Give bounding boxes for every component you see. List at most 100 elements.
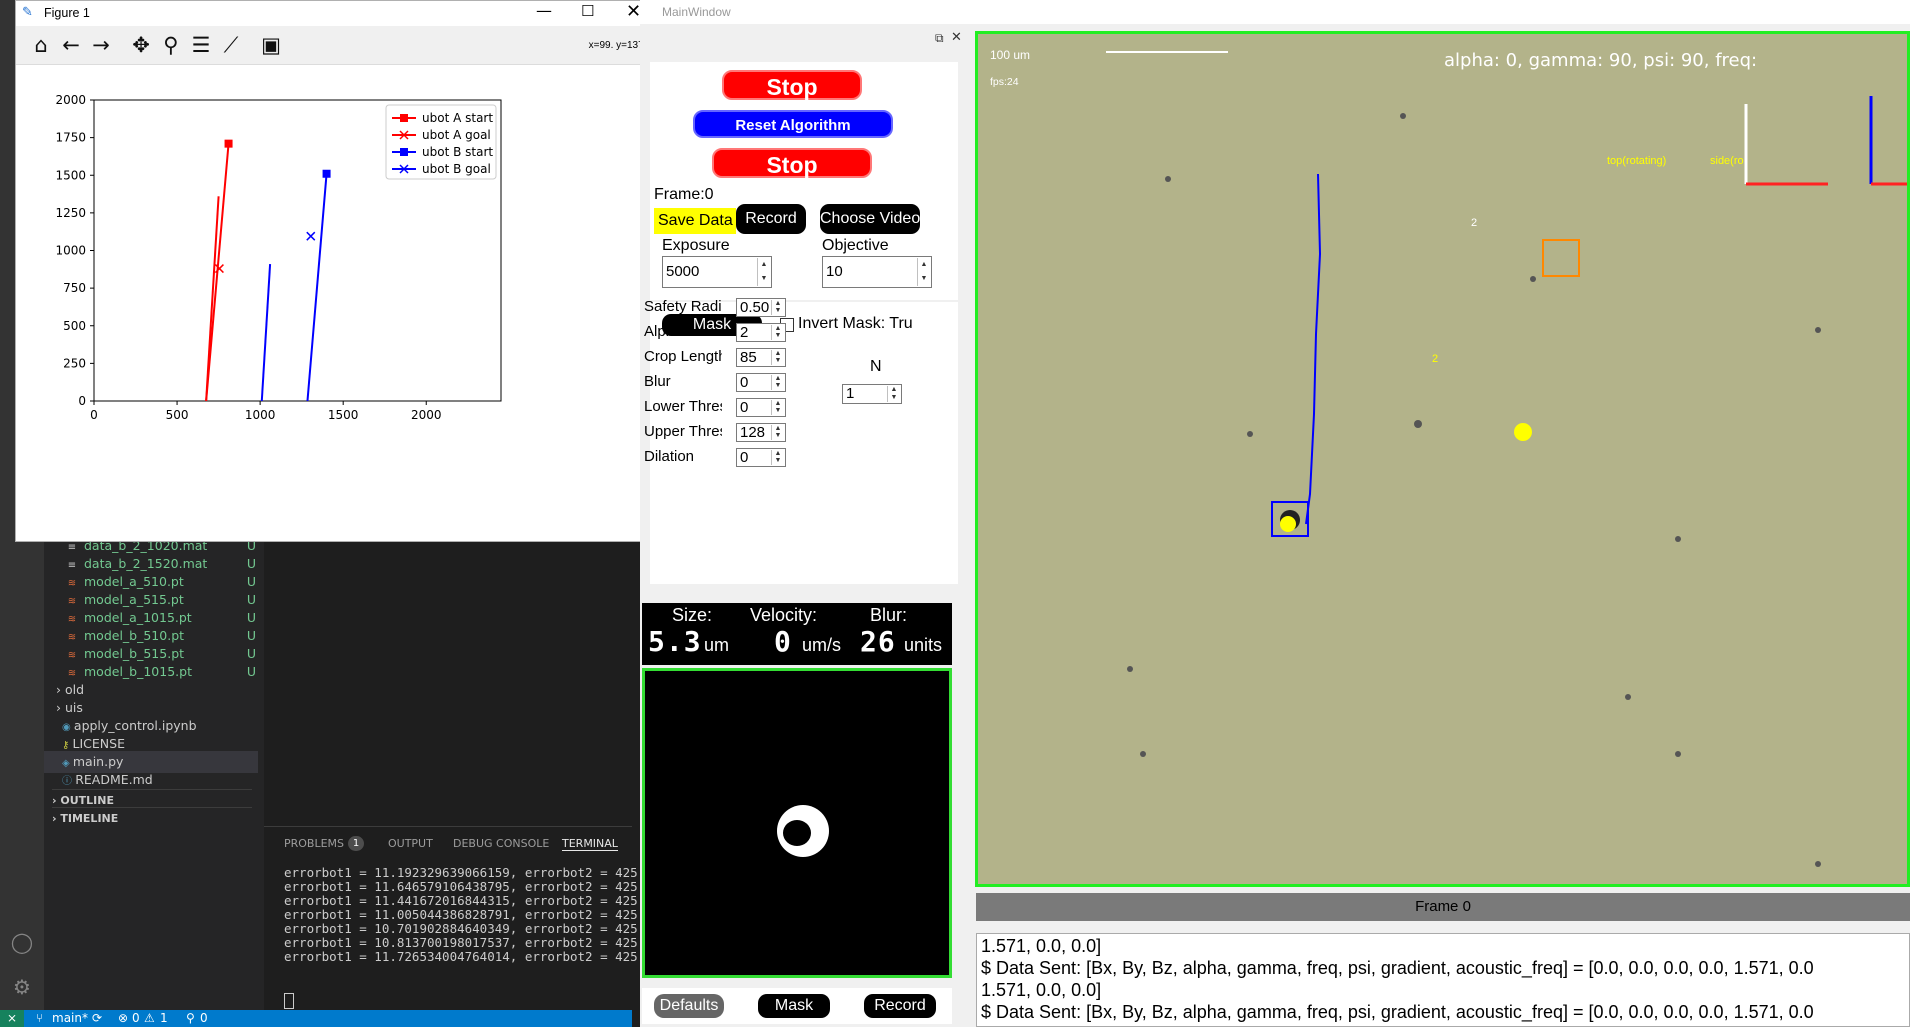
defaults-button[interactable]: Defaults: [654, 994, 724, 1018]
record-button-bottom[interactable]: Record: [864, 994, 936, 1018]
y-tick-label: 2000: [55, 93, 86, 107]
stop-button-top[interactable]: Stop: [722, 70, 862, 100]
save-icon[interactable]: ▣: [258, 32, 284, 58]
terminal-cursor: [284, 993, 294, 1009]
y-tick-label: 1250: [55, 206, 86, 220]
legend-marker: [400, 148, 408, 156]
settings-gear-icon[interactable]: ⚙: [10, 975, 34, 999]
terminal-line: errorbot1 = 10.701902884640349, errorbot…: [284, 921, 661, 936]
forward-icon[interactable]: →: [88, 32, 114, 58]
close-icon[interactable]: ✕: [626, 1, 641, 22]
error-count[interactable]: 0: [132, 1010, 140, 1027]
folder-name: old: [64, 682, 85, 697]
readout-bar: Size: 5.3 um Velocity: 0 um/s Blur: 26 u…: [642, 603, 952, 665]
exposure-spinbox[interactable]: 5000 ▲ ▼: [662, 256, 772, 288]
zoom-icon[interactable]: ⚲: [158, 32, 184, 58]
blur-label: Blur:: [870, 605, 908, 625]
save-data-button[interactable]: Save Data: [654, 208, 736, 234]
account-icon[interactable]: ◯: [10, 930, 34, 954]
file-name: model_a_515.pt: [84, 592, 184, 607]
fps-label: fps:24: [990, 76, 1019, 88]
param-spinbox[interactable]: 2 ▲ ▼: [736, 323, 786, 342]
console-output: 1.571, 0.0, 0.0] $ Data Sent: [Bx, By, Bz…: [976, 933, 1910, 1027]
top-view-axes-label: top(rotating): [1607, 155, 1667, 167]
legend-label: ubot B start: [422, 145, 493, 159]
objective-spinbox[interactable]: 10 ▲ ▼: [822, 256, 932, 288]
figure-title: Figure 1: [44, 6, 90, 20]
remote-icon[interactable]: ⨯: [0, 1010, 24, 1027]
terminal-line: errorbot1 = 11.192329639066159, errorbot…: [284, 865, 661, 880]
n-spinbox[interactable]: 1 ▲ ▼: [842, 384, 902, 404]
series-line: [306, 173, 328, 402]
ports-icon: ⚲: [186, 1011, 195, 1025]
stop-button-bottom[interactable]: Stop: [712, 148, 872, 178]
goal-marker: [306, 231, 316, 241]
file-name: model_a_510.pt: [84, 574, 184, 589]
robot-id-label-orange: 2: [1471, 217, 1478, 229]
param-label: Upper Threshold: [644, 423, 722, 440]
configure-icon[interactable]: ☰: [188, 32, 214, 58]
param-spinbox[interactable]: 85 ▲ ▼: [736, 348, 786, 367]
param-spinbox[interactable]: 0 ▲ ▼: [736, 398, 786, 417]
dock-close-icon[interactable]: ✕: [951, 30, 962, 45]
section-header-timeline[interactable]: › TIMELINE: [52, 807, 252, 830]
series-line: [205, 196, 220, 402]
record-button-top[interactable]: Record: [736, 204, 806, 234]
pan-icon[interactable]: ✥: [128, 32, 154, 58]
console-line: 1.571, 0.0, 0.0]: [981, 936, 1102, 956]
camera-view[interactable]: 100 um fps:24 alpha: 0, gamma: 90, psi: …: [975, 31, 1910, 887]
tab-problems[interactable]: PROBLEMS: [284, 837, 344, 850]
ports-count[interactable]: 0: [200, 1010, 208, 1027]
dock-float-icon[interactable]: ⧉: [935, 31, 944, 46]
status-bar: ⨯ ⑂ main* ⟳ ⊗ 0 ⚠ 1 ⚲ 0: [0, 1010, 632, 1027]
velocity-label: Velocity:: [750, 605, 818, 625]
mask-button-bottom[interactable]: Mask: [758, 994, 830, 1018]
legend-marker: [400, 114, 408, 122]
branch-name[interactable]: main*: [52, 1010, 88, 1027]
reset-algorithm-button[interactable]: Reset Algorithm: [693, 110, 893, 138]
series-marker: [224, 139, 233, 148]
x-tick-label: 2000: [411, 408, 442, 422]
home-icon[interactable]: ⌂: [28, 32, 54, 58]
frame-slider-bar[interactable]: Frame 0: [976, 893, 1910, 921]
branch-icon[interactable]: ⑂: [36, 1010, 43, 1027]
invert-mask-label: Invert Mask: True: [798, 315, 913, 332]
legend-label: ubot A goal: [422, 128, 491, 142]
size-label: Size:: [672, 605, 713, 625]
edit-axis-icon[interactable]: ⟋: [218, 32, 244, 58]
param-spinbox[interactable]: 0 ▲ ▼: [736, 448, 786, 467]
param-spinbox[interactable]: 128 ▲ ▼: [736, 423, 786, 442]
tab-debug-console[interactable]: DEBUG CONSOLE: [453, 837, 549, 850]
param-label: Dilation: [644, 448, 695, 465]
param-spinbox[interactable]: 0.50 ▲ ▼: [736, 298, 786, 317]
file-item[interactable]: ≋ model_b_1015.pt U: [66, 661, 262, 683]
tab-output[interactable]: OUTPUT: [388, 837, 433, 850]
tab-terminal[interactable]: TERMINAL: [562, 837, 618, 851]
back-icon[interactable]: ←: [58, 32, 84, 58]
legend-label: ubot A start: [422, 111, 493, 125]
license-icon: ⚷: [62, 740, 73, 751]
notebook-icon: ◉: [62, 722, 74, 733]
y-tick-label: 750: [63, 281, 86, 295]
maximize-icon[interactable]: ☐: [581, 2, 594, 20]
warning-count[interactable]: 1: [160, 1010, 168, 1027]
param-spinbox[interactable]: 0 ▲ ▼: [736, 373, 786, 392]
sync-icon[interactable]: ⟳: [92, 1010, 102, 1027]
terminal-line: errorbot1 = 10.813700198017537, errorbot…: [284, 935, 661, 950]
section-title: TIMELINE: [60, 812, 119, 825]
file-item[interactable]: ⓘ README.md: [62, 769, 153, 791]
plot-canvas[interactable]: 0 500 1000 1500 2000 0 250 500 750 1000 1250 1500 17…: [16, 64, 656, 541]
console-line: 1.571, 0.0, 0.0]: [981, 980, 1102, 1000]
mask-blob-image: [777, 805, 829, 857]
terminal-line: errorbot1 = 11.005044386828791, errorbot…: [284, 907, 661, 922]
file-name: apply_control.ipynb: [73, 718, 197, 733]
series-line: [205, 143, 230, 402]
figure-titlebar: ✎ Figure 1 — ☐ ✕: [16, 1, 656, 26]
file-name: model_b_510.pt: [84, 628, 185, 643]
python-file-icon: ◈: [62, 758, 73, 769]
minimize-icon[interactable]: —: [536, 1, 552, 20]
terminal-line: errorbot1 = 11.646579106438795, errorbot…: [284, 879, 661, 894]
legend-label: ubot B goal: [422, 162, 491, 176]
choose-video-button[interactable]: Choose Video: [820, 204, 920, 234]
param-label: Alpha: [644, 323, 683, 340]
